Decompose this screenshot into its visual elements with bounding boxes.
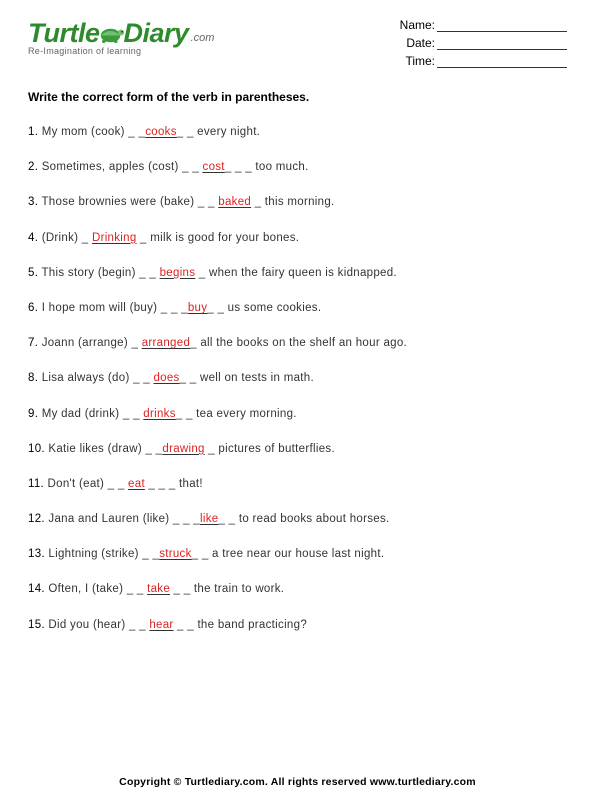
question-pre: Lisa always (do) _ _	[42, 372, 154, 384]
question-row: 11. Don't (eat) _ _ eat _ _ _ that!	[28, 478, 567, 490]
question-post: _ _ every night.	[177, 126, 260, 138]
question-row: 12. Jana and Lauren (like) _ _ _like_ _ …	[28, 513, 567, 525]
turtle-icon	[97, 22, 127, 46]
question-answer: baked	[218, 196, 251, 208]
question-row: 7. Joann (arrange) _ arranged_ all the b…	[28, 337, 567, 349]
question-number: 1.	[28, 126, 42, 138]
logo-word1: Turtle	[28, 18, 100, 49]
question-row: 9. My dad (drink) _ _ drinks_ _ tea ever…	[28, 408, 567, 420]
questions-list: 1. My mom (cook) _ _cooks_ _ every night…	[28, 126, 567, 631]
footer-copyright: Copyright © Turtlediary.com. All rights …	[0, 776, 595, 788]
question-row: 6. I hope mom will (buy) _ _ _buy_ _ us …	[28, 302, 567, 314]
question-post: _ _ a tree near our house last night.	[192, 548, 385, 560]
question-answer: cost	[203, 161, 225, 173]
question-number: 6.	[28, 302, 42, 314]
question-pre: (Drink) _	[42, 232, 92, 244]
logo: Turtle Diary .com Re-Imagination of lear…	[28, 18, 214, 56]
question-post: _ all the books on the shelf an hour ago…	[190, 337, 407, 349]
question-row: 1. My mom (cook) _ _cooks_ _ every night…	[28, 126, 567, 138]
question-pre: Sometimes, apples (cost) _ _	[42, 161, 203, 173]
field-date: Date:	[400, 36, 567, 50]
question-post: _ _ to read books about horses.	[218, 513, 389, 525]
question-post: _ this morning.	[251, 196, 334, 208]
question-answer: eat	[128, 478, 145, 490]
question-number: 12.	[28, 513, 48, 525]
question-post: _ _ the band practicing?	[174, 619, 307, 631]
question-number: 5.	[28, 267, 41, 279]
question-row: 14. Often, I (take) _ _ take _ _ the tra…	[28, 583, 567, 595]
question-answer: arranged	[142, 337, 190, 349]
question-pre: Lightning (strike) _ _	[48, 548, 159, 560]
question-pre: Often, I (take) _ _	[48, 583, 147, 595]
question-answer: drawing	[162, 443, 204, 455]
question-number: 4.	[28, 232, 42, 244]
question-row: 4. (Drink) _ Drinking _ milk is good for…	[28, 232, 567, 244]
question-pre: My mom (cook) _ _	[42, 126, 146, 138]
question-row: 8. Lisa always (do) _ _ does_ _ well on …	[28, 372, 567, 384]
question-answer: like	[200, 513, 218, 525]
field-name: Name:	[400, 18, 567, 32]
question-number: 9.	[28, 408, 42, 420]
question-answer: buy	[188, 302, 207, 314]
question-answer: cooks	[145, 126, 177, 138]
question-number: 2.	[28, 161, 42, 173]
field-time: Time:	[400, 54, 567, 68]
question-row: 2. Sometimes, apples (cost) _ _ cost_ _ …	[28, 161, 567, 173]
question-post: _ milk is good for your bones.	[137, 232, 300, 244]
question-answer: take	[147, 583, 170, 595]
question-pre: Katie likes (draw) _ _	[48, 443, 162, 455]
question-row: 5. This story (begin) _ _ begins _ when …	[28, 267, 567, 279]
question-pre: My dad (drink) _ _	[42, 408, 144, 420]
question-answer: does	[153, 372, 179, 384]
question-pre: Joann (arrange) _	[42, 337, 142, 349]
question-pre: This story (begin) _ _	[41, 267, 159, 279]
question-number: 13.	[28, 548, 48, 560]
logo-tagline: Re-Imagination of learning	[28, 46, 214, 56]
question-pre: Did you (hear) _ _	[48, 619, 149, 631]
question-number: 10.	[28, 443, 48, 455]
question-row: 15. Did you (hear) _ _ hear _ _ the band…	[28, 619, 567, 631]
question-number: 15.	[28, 619, 48, 631]
question-pre: Those brownies were (bake) _ _	[41, 196, 218, 208]
question-answer: begins	[160, 267, 196, 279]
question-answer: hear	[149, 619, 173, 631]
question-post: _ _ _ too much.	[225, 161, 309, 173]
question-post: _ _ the train to work.	[170, 583, 284, 595]
question-row: 13. Lightning (strike) _ _struck_ _ a tr…	[28, 548, 567, 560]
question-number: 14.	[28, 583, 48, 595]
question-number: 7.	[28, 337, 42, 349]
question-post: _ _ us some cookies.	[207, 302, 321, 314]
question-post: _ _ _ that!	[145, 478, 203, 490]
question-answer: Drinking	[92, 232, 137, 244]
question-answer: struck	[159, 548, 191, 560]
question-number: 8.	[28, 372, 42, 384]
question-pre: Don't (eat) _ _	[48, 478, 129, 490]
question-row: 10. Katie likes (draw) _ _drawing _ pict…	[28, 443, 567, 455]
instruction: Write the correct form of the verb in pa…	[28, 90, 567, 104]
student-fields: Name: Date: Time:	[400, 18, 567, 72]
question-pre: Jana and Lauren (like) _ _ _	[48, 513, 200, 525]
question-post: _ pictures of butterflies.	[205, 443, 335, 455]
logo-word2: Diary	[124, 18, 189, 49]
question-number: 11.	[28, 478, 48, 490]
logo-dotcom: .com	[191, 32, 215, 44]
question-pre: I hope mom will (buy) _ _ _	[42, 302, 188, 314]
header: Turtle Diary .com Re-Imagination of lear…	[28, 18, 567, 72]
question-answer: drinks	[143, 408, 175, 420]
question-number: 3.	[28, 196, 41, 208]
question-post: _ _ well on tests in math.	[180, 372, 314, 384]
question-row: 3. Those brownies were (bake) _ _ baked …	[28, 196, 567, 208]
question-post: _ when the fairy queen is kidnapped.	[195, 267, 397, 279]
question-post: _ _ tea every morning.	[176, 408, 297, 420]
